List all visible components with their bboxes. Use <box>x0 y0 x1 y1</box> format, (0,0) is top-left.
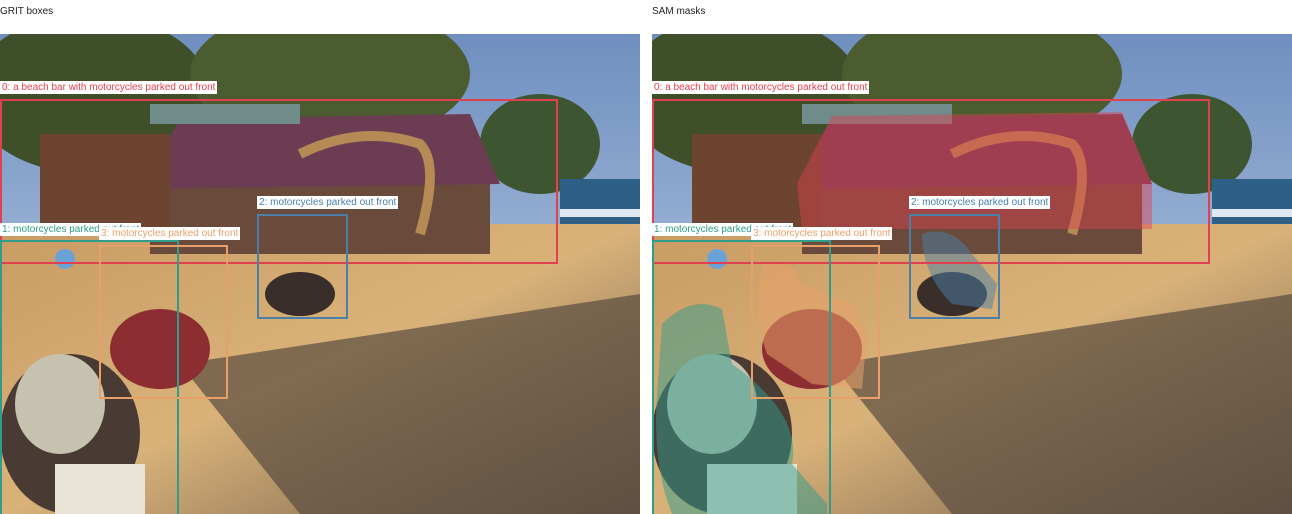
region-box-2 <box>257 214 348 319</box>
region-label-0: 0: a beach bar with motorcycles parked o… <box>0 81 218 94</box>
mask-box-3 <box>751 245 880 399</box>
sam-masks-panel: 0: a beach bar with motorcycles parked o… <box>652 34 1292 514</box>
region-label-2: 2: motorcycles parked out front <box>257 196 399 209</box>
region-label-3: 3: motorcycles parked out front <box>99 227 241 240</box>
mask-box-2 <box>909 214 1000 319</box>
grit-boxes-panel: 0: a beach bar with motorcycles parked o… <box>0 34 640 514</box>
region-box-3 <box>99 245 228 399</box>
mask-label-2: 2: motorcycles parked out front <box>909 196 1051 209</box>
right-panel-title: SAM masks <box>652 6 706 17</box>
left-panel-title: GRIT boxes <box>0 6 54 17</box>
mask-label-0: 0: a beach bar with motorcycles parked o… <box>652 81 870 94</box>
mask-label-3: 3: motorcycles parked out front <box>751 227 893 240</box>
